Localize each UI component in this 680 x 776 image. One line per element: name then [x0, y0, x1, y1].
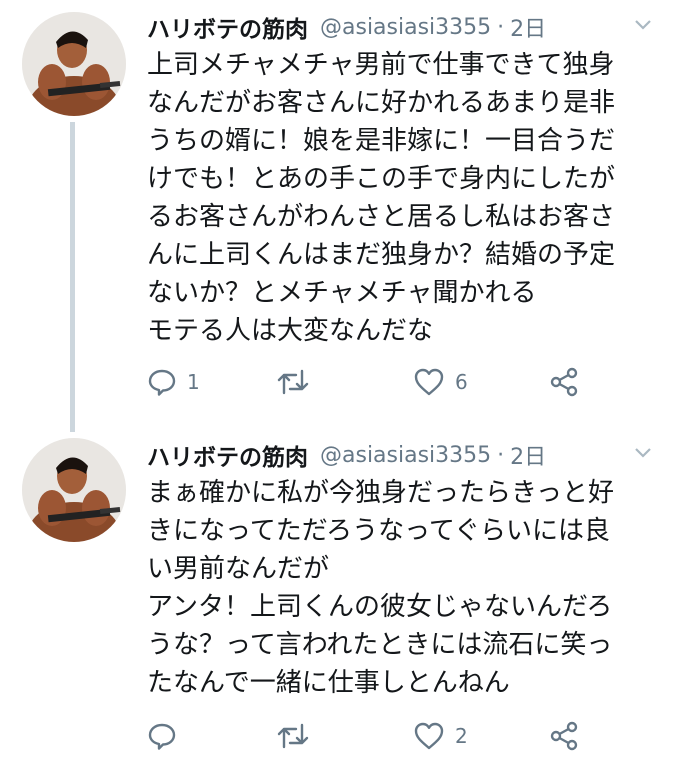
tweet-text-line: い男前なんだが	[147, 554, 330, 584]
tweet-text-line: うな？って言われたときには流石に笑っ	[147, 630, 613, 660]
retweet-button[interactable]	[276, 362, 320, 402]
tweet-text-line: きになってただろうなってぐらいには良	[147, 516, 611, 546]
reply-button[interactable]: 1	[147, 362, 200, 402]
retweet-icon	[276, 367, 310, 397]
tweet-text-line: まぁ確かに私が今独身だったらきっと好	[147, 478, 614, 508]
tweet[interactable]: ハリボテの筋肉 @asiasiasi3355 · 2日 上司メチャメチャ男前で仕…	[0, 0, 680, 432]
tweet-text-line: 上司メチャメチャ男前で仕事できて独身	[147, 50, 615, 80]
display-name[interactable]: ハリボテの筋肉	[147, 10, 308, 44]
tweet-text-line: なんだがお客さんに好かれるあまり是非	[147, 88, 616, 118]
share-icon	[549, 367, 579, 397]
tweet-text-line: アンタ！上司くんの彼女じゃないんだろ	[147, 592, 613, 622]
tweet-text-line: ないか？とメチャメチャ聞かれる	[147, 278, 537, 308]
tweet-text-line: けでも！とあの手この手で身内にしたが	[147, 164, 616, 194]
tweet-text-line: うちの婿に！娘を是非嫁に！一目合うだ	[147, 126, 616, 156]
retweet-button[interactable]	[276, 716, 320, 756]
tweet-text: まぁ確かに私が今独身だったらきっと好 きになってただろうなってぐらいには良 い男…	[147, 474, 644, 702]
retweet-icon	[276, 721, 310, 751]
timestamp[interactable]: 2日	[510, 11, 546, 43]
like-button[interactable]: 6	[413, 362, 468, 402]
heart-icon	[413, 721, 445, 751]
separator-dot: ·	[497, 442, 505, 468]
like-button[interactable]: 2	[413, 716, 468, 756]
reply-count: 1	[187, 370, 200, 394]
avatar[interactable]	[22, 438, 126, 542]
like-count: 2	[455, 724, 468, 748]
tweet[interactable]: ハリボテの筋肉 @asiasiasi3355 · 2日 まぁ確かに私が今独身だっ…	[0, 420, 680, 776]
chevron-down-icon[interactable]	[634, 447, 652, 459]
tweet-text-line: たなんで一緒に仕事しとんねん	[147, 668, 510, 698]
tweet-text-line: るお客さんがわんさと居るし私はお客さ	[147, 202, 616, 232]
display-name[interactable]: ハリボテの筋肉	[147, 438, 308, 472]
tweet-text-line: モテる人は大変なんだな	[147, 316, 434, 346]
share-button[interactable]	[549, 362, 579, 402]
share-button[interactable]	[549, 716, 579, 756]
timestamp[interactable]: 2日	[510, 439, 546, 471]
chevron-down-icon[interactable]	[634, 19, 652, 31]
reply-icon	[147, 367, 177, 397]
reply-icon	[147, 721, 177, 751]
tweet-actions: 2	[0, 716, 680, 756]
like-count: 6	[455, 370, 468, 394]
heart-icon	[413, 367, 445, 397]
separator-dot: ·	[497, 14, 505, 40]
tweet-actions: 1 6	[0, 362, 680, 402]
user-handle[interactable]: @asiasiasi3355	[320, 15, 491, 40]
reply-button[interactable]	[147, 716, 187, 756]
user-handle[interactable]: @asiasiasi3355	[320, 443, 491, 468]
share-icon	[549, 721, 579, 751]
tweet-text-line: んに上司くんはまだ独身か？結婚の予定	[147, 240, 616, 270]
tweet-text: 上司メチャメチャ男前で仕事できて独身 なんだがお客さんに好かれるあまり是非 うち…	[147, 46, 644, 350]
avatar[interactable]	[22, 12, 126, 116]
